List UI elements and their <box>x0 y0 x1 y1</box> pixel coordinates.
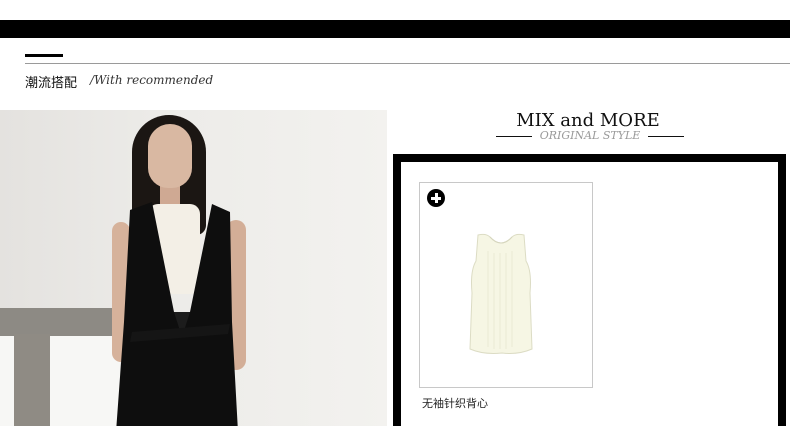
mix-title: MIX and MORE <box>516 110 660 131</box>
plus-circle-icon[interactable] <box>427 189 445 207</box>
product-name[interactable]: 无袖针织背心 <box>422 395 488 411</box>
subtitle-line-left <box>496 136 532 137</box>
section-accent-rule <box>25 54 63 57</box>
section-divider <box>25 63 790 64</box>
model-photo <box>0 110 387 426</box>
top-banner-bar <box>0 20 790 38</box>
subtitle-line-right <box>648 136 684 137</box>
product-image[interactable] <box>466 231 536 357</box>
product-card[interactable] <box>419 182 593 388</box>
section-title: 潮流搭配 <box>25 76 78 91</box>
section-subtitle: /With recommended <box>90 73 214 87</box>
mix-subtitle: ORIGINAL STYLE <box>539 129 641 142</box>
mix-subtitle-row: ORIGINAL STYLE <box>496 129 684 143</box>
